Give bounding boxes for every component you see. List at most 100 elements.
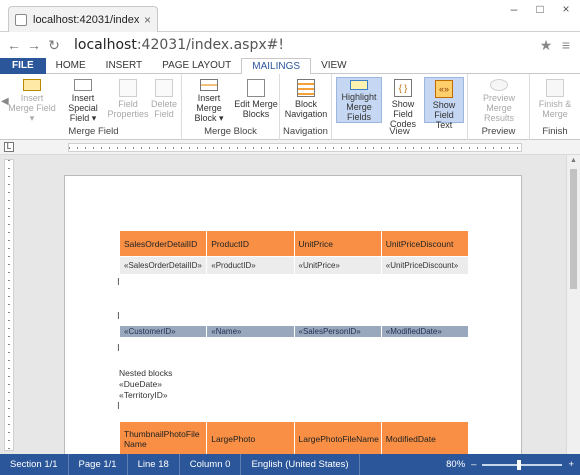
preview-merge-results-button[interactable]: Preview Merge Results: [472, 77, 526, 123]
merge-field-cell[interactable]: «Name»: [206, 325, 295, 338]
table-header-cell[interactable]: ThumbnailPhotoFile Name: [118, 421, 208, 454]
group-navigation: Block Navigation Navigation: [280, 74, 332, 140]
merge-field-cell[interactable]: «UnitPriceDiscount»: [380, 256, 470, 275]
minimize-icon[interactable]: –: [506, 2, 522, 16]
field-codes-icon: { }: [394, 79, 412, 97]
table-header-cell[interactable]: LargePhoto: [206, 421, 295, 454]
insert-merge-field-button[interactable]: Insert Merge Field ▾: [8, 77, 56, 123]
special-field-icon: [74, 79, 92, 91]
table-header-cell[interactable]: UnitPriceDiscount: [380, 230, 470, 257]
delete-field-label: Delete Field: [150, 99, 177, 119]
territory-id-field[interactable]: «TerritoryID»: [119, 390, 172, 401]
edit-blocks-icon: [247, 79, 265, 97]
insert-merge-block-button[interactable]: Insert Merge Block ▾: [186, 77, 232, 123]
tab-file[interactable]: FILE: [0, 58, 46, 74]
block-navigation-button[interactable]: Block Navigation: [284, 77, 328, 123]
table-header-cell[interactable]: ModifiedDate: [380, 421, 470, 454]
finish-merge-button[interactable]: Finish & Merge: [534, 77, 576, 123]
browser-tab[interactable]: localhost:42031/index.aspx ×: [8, 6, 158, 32]
due-date-field[interactable]: «DueDate»: [119, 379, 172, 390]
highlight-merge-fields-button[interactable]: Highlight Merge Fields: [336, 77, 382, 123]
show-field-codes-label: Show Field Codes: [389, 99, 416, 129]
merge-field-cell[interactable]: «CustomerID»: [118, 325, 208, 338]
tab-page-layout[interactable]: PAGE LAYOUT: [152, 58, 241, 74]
nested-blocks-text[interactable]: Nested blocks «DueDate» «TerritoryID»: [119, 368, 172, 401]
page-favicon-icon: [15, 13, 27, 26]
zoom-level: 80%: [446, 459, 466, 470]
merge-field-cell[interactable]: «SalesOrderDetailID»: [118, 256, 208, 275]
tab-view[interactable]: VIEW: [311, 58, 357, 74]
highlight-fields-icon: [350, 80, 368, 90]
paragraph-cursor-icon: I: [117, 277, 120, 288]
field-properties-label: Field Properties: [107, 99, 149, 119]
show-field-text-button[interactable]: «» Show Field Text: [424, 77, 464, 130]
group-label-view: View: [389, 126, 410, 137]
field-properties-button[interactable]: Field Properties: [107, 77, 149, 123]
group-label-finish: Finish: [542, 126, 568, 137]
magnifier-icon: [490, 79, 508, 91]
horizontal-ruler: L: [0, 140, 580, 155]
vertical-ruler: [4, 159, 14, 451]
zoom-slider-thumb[interactable]: [516, 459, 521, 470]
status-bar: Section 1/1 Page 1/1 Line 18 Column 0 En…: [0, 454, 580, 475]
table-header-cell[interactable]: ProductID: [206, 230, 295, 257]
ribbon: ◀ Insert Merge Field ▾ Insert Special Fi…: [0, 74, 580, 140]
delete-field-button[interactable]: Delete Field: [148, 77, 180, 123]
zoom-in-icon[interactable]: +: [568, 459, 574, 470]
tab-insert[interactable]: INSERT: [96, 58, 153, 74]
group-label-preview: Preview: [481, 126, 516, 137]
group-merge-block: Insert Merge Block ▾ Edit Merge Blocks M…: [182, 74, 280, 140]
back-arrow-icon[interactable]: ←: [4, 35, 24, 55]
paragraph-cursor-icon: I: [117, 311, 120, 322]
tab-close-icon[interactable]: ×: [144, 13, 151, 27]
edit-merge-blocks-label: Edit Merge Blocks: [234, 99, 278, 119]
finish-merge-icon: [546, 79, 564, 97]
zoom-slider[interactable]: [482, 459, 563, 470]
group-finish: Finish & Merge Finish: [530, 74, 580, 140]
merge-field-cell[interactable]: «ProductID»: [206, 256, 295, 275]
tab-mailings[interactable]: MAILINGS: [241, 58, 312, 75]
bookmark-star-icon[interactable]: ★: [536, 37, 556, 54]
window-controls: – □ ×: [506, 2, 574, 16]
merge-field-cell[interactable]: «SalesPersonID»: [293, 325, 382, 338]
finish-merge-label: Finish & Merge: [538, 99, 572, 119]
scrollbar-thumb[interactable]: [570, 169, 577, 289]
tab-stop-selector[interactable]: L: [4, 142, 14, 152]
merge-block-icon: [200, 79, 218, 91]
ruler-scale[interactable]: [68, 143, 522, 152]
tab-title: localhost:42031/index.aspx: [33, 13, 140, 26]
vertical-scrollbar[interactable]: ▲: [566, 155, 580, 454]
status-page: Page 1/1: [69, 454, 128, 475]
merge-table-2: «CustomerID» «Name» «SalesPersonID» «Mod…: [118, 325, 470, 338]
zoom-out-icon[interactable]: –: [471, 459, 476, 470]
table-header-cell[interactable]: UnitPrice: [293, 230, 382, 257]
field-text-icon: «»: [435, 80, 453, 98]
insert-merge-field-label: Insert Merge Field ▾: [8, 93, 56, 123]
show-field-codes-button[interactable]: { } Show Field Codes: [384, 77, 422, 129]
table-header-cell[interactable]: LargePhotoFileName: [293, 421, 382, 454]
tab-home[interactable]: HOME: [46, 58, 96, 74]
close-window-icon[interactable]: ×: [558, 2, 574, 16]
status-language[interactable]: English (United States): [241, 454, 360, 475]
table-header-cell[interactable]: SalesOrderDetailID: [118, 230, 208, 257]
reload-icon[interactable]: ↻: [44, 35, 64, 55]
merge-field-cell[interactable]: «ModifiedDate»: [380, 325, 470, 338]
document-page[interactable]: SalesOrderDetailID ProductID UnitPrice U…: [64, 175, 522, 454]
browser-menu-icon[interactable]: ≡: [556, 37, 576, 53]
url-path: :42031/index.aspx#!: [136, 37, 284, 53]
insert-special-field-button[interactable]: Insert Special Field ▾: [58, 77, 108, 123]
merge-table-1: SalesOrderDetailID ProductID UnitPrice U…: [118, 230, 470, 275]
selected-merge-field-row: «CustomerID» «Name» «SalesPersonID» «Mod…: [118, 325, 470, 338]
merge-field-row: «SalesOrderDetailID» «ProductID» «UnitPr…: [118, 256, 470, 275]
address-bar[interactable]: localhost:42031/index.aspx#!: [68, 35, 532, 55]
merge-field-cell[interactable]: «UnitPrice»: [293, 256, 382, 275]
status-line: Line 18: [128, 454, 180, 475]
maximize-icon[interactable]: □: [532, 2, 548, 16]
group-label-merge-block: Merge Block: [204, 126, 257, 137]
group-merge-field: Insert Merge Field ▾ Insert Special Fiel…: [6, 74, 182, 140]
edit-merge-blocks-button[interactable]: Edit Merge Blocks: [234, 77, 278, 123]
insert-special-field-label: Insert Special Field ▾: [68, 93, 98, 123]
forward-arrow-icon[interactable]: →: [24, 35, 44, 55]
ribbon-tab-bar: FILE HOME INSERT PAGE LAYOUT MAILINGS VI…: [0, 58, 580, 75]
scroll-up-icon[interactable]: ▲: [570, 157, 577, 164]
